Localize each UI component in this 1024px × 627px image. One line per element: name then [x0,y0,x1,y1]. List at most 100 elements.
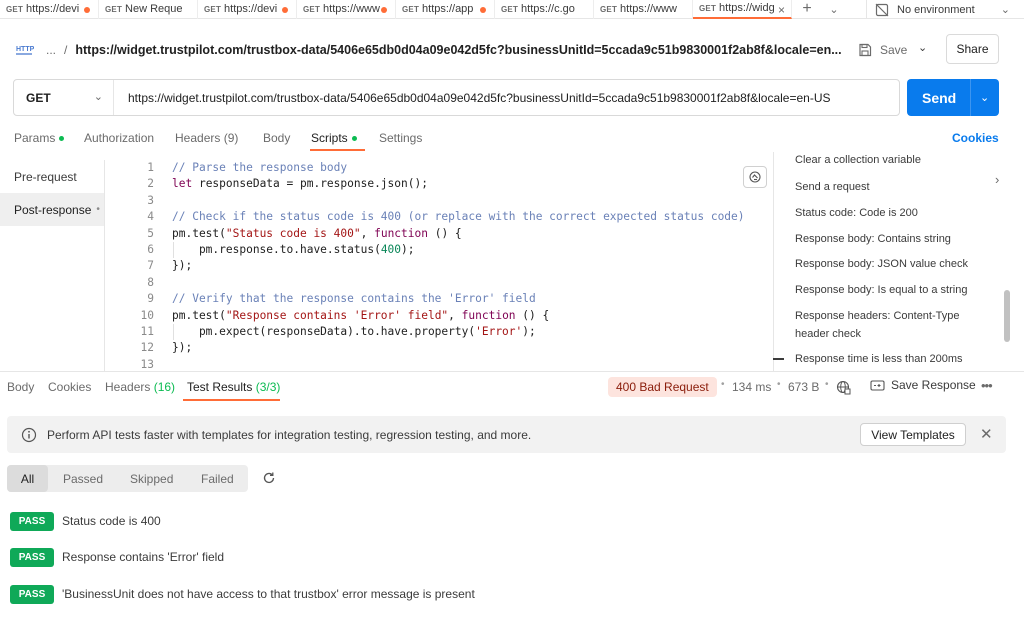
code-text: pm.test("Response contains 'Error' field… [172,308,549,324]
tab-method: GET [699,3,717,13]
tab-authorization[interactable]: Authorization [84,131,154,145]
snippet-item[interactable]: Status code: Code is 200 [795,204,995,222]
line-number: 5 [147,226,154,240]
response-size[interactable]: 673 B [788,380,819,394]
status-badge[interactable]: 400 Bad Request [608,377,717,397]
code-line[interactable]: 12}); [105,340,773,356]
send-options-chevron-down-icon[interactable]: ⌄ [980,91,989,104]
share-button[interactable]: Share [946,34,999,64]
tab-method: GET [600,4,618,14]
meta-separator: • [721,379,725,390]
code-line[interactable]: 9 // Verify that the response contains th… [105,291,773,307]
meta-separator: • [825,379,829,390]
request-tab-active[interactable]: GET https://widg × [693,0,792,19]
tab-scripts[interactable]: Scripts [311,131,357,145]
request-tabs: Params Authorization Headers (9) Body Sc… [0,126,1024,151]
close-tab-icon[interactable]: × [778,3,785,17]
snippet-item[interactable]: Response body: Contains string [795,230,995,248]
request-tab[interactable]: GET New Reque [99,0,198,19]
cookies-link[interactable]: Cookies [952,131,999,145]
method-select[interactable]: GET ⌄ [14,80,114,115]
send-button[interactable]: Send ⌄ [907,79,999,116]
post-response-tab[interactable]: Post-response • [0,193,104,226]
view-templates-button[interactable]: View Templates [860,423,966,446]
save-response-button[interactable]: Save Response [870,378,976,392]
save-button[interactable]: Save [858,38,907,62]
request-tab[interactable]: GET https://c.go [495,0,594,19]
code-token: 400 [380,243,402,256]
send-divider [970,79,971,116]
response-tab-headers[interactable]: Headers (16) [105,380,175,394]
response-headers-label: Headers [105,380,151,394]
code-line[interactable]: 11 pm.expect(responseData).to.have.prope… [105,324,773,340]
close-icon[interactable]: ✕ [980,425,993,443]
snippet-package-button[interactable] [743,166,767,188]
snippet-item[interactable]: Send a request [795,178,995,196]
tab-headers[interactable]: Headers (9) [175,131,238,145]
filter-all[interactable]: All [7,465,48,492]
code-token: pm.test( [172,308,226,322]
request-tab[interactable]: GET https://devi [0,0,99,19]
network-globe-icon[interactable] [836,380,851,395]
request-tab[interactable]: GET https://www [297,0,396,19]
tab-settings[interactable]: Settings [379,131,422,145]
filter-failed[interactable]: Failed [201,465,234,492]
code-line[interactable]: 1 // Parse the response body [105,160,773,176]
request-name[interactable]: https://widget.trustpilot.com/trustbox-d… [75,43,841,57]
more-options-icon[interactable]: ••• [981,378,993,393]
tab-body[interactable]: Body [263,131,290,145]
active-tab-underline [310,149,365,151]
snippet-item[interactable]: Response headers: Content-Type header ch… [795,307,995,343]
save-options-chevron-down-icon[interactable]: ⌄ [918,41,927,54]
pre-request-tab[interactable]: Pre-request [0,160,104,193]
request-tab[interactable]: GET https://app [396,0,495,19]
test-result-text: Response contains 'Error' field [62,550,224,564]
code-line[interactable]: 5 pm.test("Status code is 400", function … [105,226,773,242]
filter-skipped[interactable]: Skipped [130,465,173,492]
params-indicator-dot-icon [59,136,65,142]
snippet-item[interactable]: Response body: Is equal to a string [795,281,995,299]
code-line[interactable]: 2 let responseData = pm.response.json(); [105,176,773,192]
snippet-item[interactable]: Response body: JSON value check [795,255,995,273]
code-line[interactable]: 13 [105,357,773,371]
snippets-chevron-right-icon[interactable]: › [995,172,999,187]
code-line[interactable]: 4 // Check if the status code is 400 (or … [105,209,773,225]
tab-title: New Reque [125,3,183,15]
code-line[interactable]: 6 pm.response.to.have.status(400); [105,242,773,258]
snippet-item[interactable]: Clear a collection variable [795,152,995,169]
request-tab[interactable]: GET https://devi [198,0,297,19]
new-tab-plus-icon[interactable]: + [792,0,822,18]
breadcrumb-ellipsis[interactable]: ... [46,43,56,57]
line-number: 6 [147,243,154,256]
tabs-chevron-down-icon[interactable]: ⌄ [822,3,846,16]
filter-passed[interactable]: Passed [63,465,103,492]
code-editor[interactable]: 1 // Parse the response body 2 let response… [105,160,773,371]
code-line[interactable]: 10 pm.test("Response contains 'Error' fie… [105,308,773,324]
response-tab-test-results[interactable]: Test Results (3/3) [187,380,280,394]
code-text: pm.expect(responseData).to.have.property… [172,324,536,340]
code-line[interactable]: 3 [105,193,773,209]
request-tab[interactable]: GET https://www [594,0,693,19]
code-token: () { [515,308,550,322]
refresh-icon[interactable] [261,470,277,486]
url-input[interactable]: https://widget.trustpilot.com/trustbox-d… [128,91,831,105]
code-line[interactable]: 8 [105,275,773,291]
tab-method: GET [105,4,123,14]
code-token: function [374,226,428,240]
post-response-label: Post-response [14,202,92,217]
snippets-scrollbar[interactable] [1004,290,1010,342]
snippet-item[interactable]: Response time is less than 200ms [795,350,995,368]
send-label: Send [922,89,957,106]
code-line[interactable]: 7}); [105,258,773,274]
indent-guide [173,242,174,259]
response-tab-body[interactable]: Body [7,380,34,394]
result-filter-group: All Passed Skipped Failed [7,465,248,492]
test-results-count: (3/3) [255,380,281,394]
tab-scripts-label: Scripts [311,131,348,145]
response-time[interactable]: 134 ms [732,380,771,394]
response-headers-count: (16) [153,380,176,394]
response-tab-cookies[interactable]: Cookies [48,380,91,394]
tab-params[interactable]: Params [14,131,65,145]
environment-selector[interactable]: No environment ⌄ [866,0,1024,19]
method-chevron-down-icon: ⌄ [93,91,103,103]
